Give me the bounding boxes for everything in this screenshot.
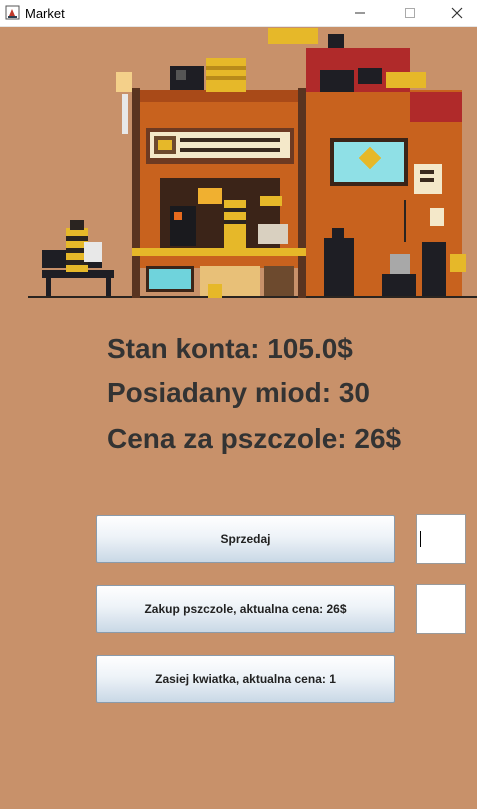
- title-bar: Market: [0, 0, 477, 27]
- plant-flower-button[interactable]: Zasiej kwiatka, aktualna cena: 1: [96, 655, 395, 703]
- minimize-button[interactable]: [337, 0, 383, 26]
- bee-price-label: Cena za pszczole: 26$: [107, 423, 402, 454]
- maximize-button[interactable]: [387, 0, 433, 26]
- buy-bee-button[interactable]: Zakup pszczole, aktualna cena: 26$: [96, 585, 395, 633]
- sell-amount-input[interactable]: [416, 514, 466, 564]
- buy-amount-input[interactable]: [416, 584, 466, 634]
- market-illustration: [28, 28, 477, 298]
- close-button[interactable]: [434, 0, 477, 26]
- window-title: Market: [25, 6, 65, 21]
- java-app-icon: [5, 5, 20, 20]
- minimize-icon: [355, 12, 365, 14]
- text-caret: [420, 531, 421, 547]
- close-icon: [451, 7, 463, 19]
- balance-label: Stan konta: 105.0$: [107, 333, 353, 364]
- sell-button[interactable]: Sprzedaj: [96, 515, 395, 563]
- honey-label: Posiadany miod: 30: [107, 377, 370, 408]
- maximize-icon: [405, 8, 415, 18]
